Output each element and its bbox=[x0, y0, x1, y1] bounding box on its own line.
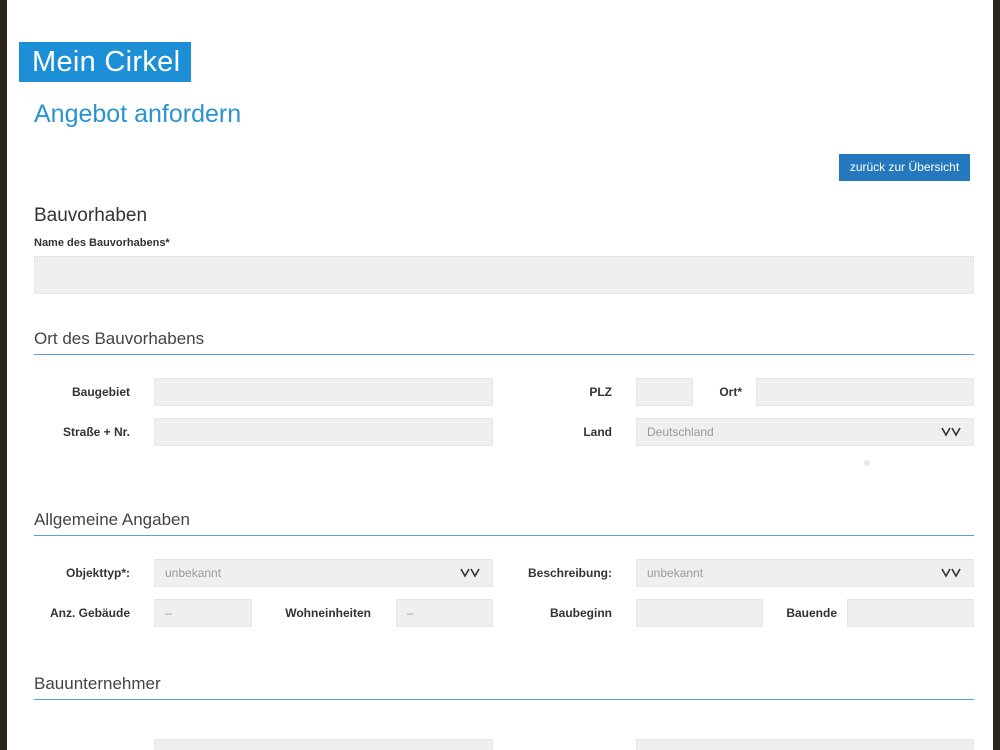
gebaeude-input[interactable]: – bbox=[154, 599, 252, 627]
beschreibung-select[interactable]: unbekannt bbox=[636, 559, 974, 587]
project-name-input[interactable] bbox=[34, 256, 974, 294]
objekttyp-label: Objekttyp*: bbox=[65, 566, 130, 580]
wohneinheiten-label: Wohneinheiten bbox=[285, 606, 371, 620]
land-select-value: Deutschland bbox=[647, 425, 714, 439]
gebaeude-label: Anz. Gebäude bbox=[49, 606, 130, 620]
chevron-down-icon bbox=[941, 568, 961, 578]
chevron-down-icon bbox=[460, 568, 480, 578]
back-to-overview-button[interactable]: zurück zur Übersicht bbox=[839, 154, 970, 181]
section-heading-allgemein: Allgemeine Angaben bbox=[34, 510, 974, 536]
land-label: Land bbox=[583, 425, 612, 439]
objekttyp-select-value: unbekannt bbox=[165, 566, 222, 580]
ort-input[interactable] bbox=[756, 378, 974, 406]
land-select[interactable]: Deutschland bbox=[636, 418, 974, 446]
baugebiet-label: Baugebiet bbox=[71, 385, 130, 399]
ort-label: Ort* bbox=[719, 385, 742, 399]
brand-logo: Mein Cirkel bbox=[19, 42, 191, 82]
wohneinheiten-input[interactable]: – bbox=[396, 599, 493, 627]
baubeginn-input[interactable] bbox=[636, 599, 763, 627]
beschreibung-select-value: unbekannt bbox=[647, 566, 704, 580]
strasse-label: Straße + Nr. bbox=[62, 425, 130, 439]
dot-decoration bbox=[864, 460, 870, 466]
bauende-input[interactable] bbox=[847, 599, 974, 627]
chevron-down-icon bbox=[941, 427, 961, 437]
beschreibung-label: Beschreibung: bbox=[527, 566, 612, 580]
baugebiet-input[interactable] bbox=[154, 378, 493, 406]
baubeginn-label: Baubeginn bbox=[550, 606, 612, 620]
plz-label: PLZ bbox=[589, 385, 612, 399]
project-name-label: Name des Bauvorhabens* bbox=[34, 237, 170, 249]
page: Mein Cirkel Angebot anfordern zurück zur… bbox=[7, 0, 993, 750]
section-heading-bauvorhaben: Bauvorhaben bbox=[34, 205, 148, 226]
objekttyp-select[interactable]: unbekannt bbox=[154, 559, 493, 587]
bauunternehmer-input-right[interactable] bbox=[636, 739, 974, 750]
plz-input[interactable] bbox=[636, 378, 693, 406]
section-heading-ort: Ort des Bauvorhabens bbox=[34, 329, 974, 355]
bauunternehmer-input-left[interactable] bbox=[154, 739, 493, 750]
bauende-label: Bauende bbox=[786, 606, 837, 620]
strasse-input[interactable] bbox=[154, 418, 493, 446]
section-heading-bauunternehmer: Bauunternehmer bbox=[34, 674, 974, 700]
page-title: Angebot anfordern bbox=[34, 100, 242, 128]
